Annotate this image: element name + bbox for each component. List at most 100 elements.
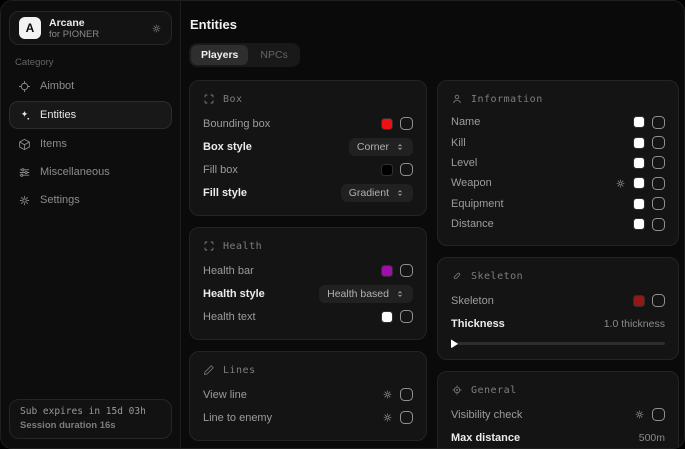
setting-row: Kill xyxy=(451,132,665,152)
color-swatch[interactable] xyxy=(633,116,645,128)
panel-title: Health xyxy=(223,241,262,252)
setting-row: Fill box xyxy=(203,158,413,181)
person-icon xyxy=(451,93,463,105)
checkbox[interactable] xyxy=(400,388,413,401)
setting-row: Health style Health based xyxy=(203,282,413,305)
app-logo: A xyxy=(19,17,41,39)
sidebar-item-label: Aimbot xyxy=(40,80,74,92)
color-swatch[interactable] xyxy=(633,218,645,230)
setting-row: Health text xyxy=(203,305,413,328)
checkbox[interactable] xyxy=(652,116,665,129)
box-style-dropdown[interactable]: Corner xyxy=(349,138,413,156)
sidebar-item-settings[interactable]: Settings xyxy=(9,187,172,213)
panel-lines: Lines View line Line to enemy xyxy=(189,351,427,441)
panel-title: Box xyxy=(223,94,243,105)
panel-box: Box Bounding box Box style Corner xyxy=(189,80,427,216)
panel-title: General xyxy=(471,385,517,396)
thickness-value: 1.0 thickness xyxy=(604,318,665,330)
panel-title: Information xyxy=(471,94,543,105)
checkbox[interactable] xyxy=(400,264,413,277)
setting-row: Bounding box xyxy=(203,112,413,135)
gear-badge-icon[interactable] xyxy=(151,23,162,34)
panel-general: General Visibility check Max distance xyxy=(437,371,679,449)
checkbox[interactable] xyxy=(652,197,665,210)
checkbox[interactable] xyxy=(652,218,665,231)
color-swatch[interactable] xyxy=(381,311,393,323)
gear-icon[interactable] xyxy=(615,178,626,189)
sidebar-item-items[interactable]: Items xyxy=(9,131,172,157)
setting-row: Level xyxy=(451,153,665,173)
sidebar-item-label: Settings xyxy=(40,194,80,206)
category-label: Category xyxy=(15,57,54,68)
fill-style-dropdown[interactable]: Gradient xyxy=(341,184,413,202)
max-distance-value: 500m xyxy=(639,432,665,444)
panel-health: Health Health bar Health style Health ba… xyxy=(189,227,427,340)
setting-row: Name xyxy=(451,112,665,132)
bone-icon xyxy=(451,270,463,282)
gear-icon[interactable] xyxy=(382,389,393,400)
tab-players[interactable]: Players xyxy=(191,45,248,65)
subscription-card: Sub expires in 15d 03h Session duration … xyxy=(9,399,172,439)
color-swatch[interactable] xyxy=(381,118,393,130)
setting-row: Max distance 500m xyxy=(451,426,665,449)
checkbox[interactable] xyxy=(652,408,665,421)
color-swatch[interactable] xyxy=(633,177,645,189)
page-title: Entities xyxy=(190,17,679,32)
setting-row: View line xyxy=(203,383,413,406)
tab-npcs[interactable]: NPCs xyxy=(250,45,297,65)
chevron-up-down-icon xyxy=(395,188,405,198)
setting-row: Skeleton xyxy=(451,289,665,312)
frame-corners-icon xyxy=(203,93,215,105)
brand-subtitle: for PIONER xyxy=(49,29,99,40)
sidebar-item-entities[interactable]: Entities xyxy=(9,101,172,129)
setting-row: Equipment xyxy=(451,194,665,214)
sidebar-nav: Aimbot Entities Items xyxy=(9,73,172,215)
color-swatch[interactable] xyxy=(633,137,645,149)
color-swatch[interactable] xyxy=(633,157,645,169)
checkbox[interactable] xyxy=(652,136,665,149)
slider-thumb[interactable] xyxy=(451,339,458,348)
checkbox[interactable] xyxy=(400,411,413,424)
sidebar-item-label: Entities xyxy=(40,109,76,121)
sidebar: A Arcane for PIONER Category Aimbot xyxy=(1,1,181,448)
thickness-slider[interactable] xyxy=(451,338,665,348)
checkbox[interactable] xyxy=(400,310,413,323)
sidebar-item-aimbot[interactable]: Aimbot xyxy=(9,73,172,99)
target-icon xyxy=(451,384,463,396)
brand-card: A Arcane for PIONER xyxy=(9,11,172,45)
setting-row: Visibility check xyxy=(451,403,665,426)
health-style-dropdown[interactable]: Health based xyxy=(319,285,413,303)
setting-row: Weapon xyxy=(451,173,665,193)
color-swatch[interactable] xyxy=(381,265,393,277)
brand-name: Arcane xyxy=(49,17,99,29)
panel-title: Lines xyxy=(223,365,256,376)
setting-row: Fill style Gradient xyxy=(203,181,413,204)
checkbox[interactable] xyxy=(400,117,413,130)
gear-icon[interactable] xyxy=(382,412,393,423)
chevron-up-down-icon xyxy=(395,142,405,152)
checkbox[interactable] xyxy=(652,177,665,190)
sidebar-item-label: Items xyxy=(40,138,67,150)
color-swatch[interactable] xyxy=(633,295,645,307)
sliders-icon xyxy=(18,166,31,179)
panel-title: Skeleton xyxy=(471,271,523,282)
frame-corners-icon xyxy=(203,240,215,252)
checkbox[interactable] xyxy=(652,294,665,307)
gear-icon xyxy=(18,194,31,207)
gear-icon[interactable] xyxy=(634,409,645,420)
color-swatch[interactable] xyxy=(381,164,393,176)
setting-row: Distance xyxy=(451,214,665,234)
checkbox[interactable] xyxy=(652,156,665,169)
setting-row: Box style Corner xyxy=(203,135,413,158)
color-swatch[interactable] xyxy=(633,198,645,210)
panel-information: Information Name Kill xyxy=(437,80,679,246)
main-content: Entities Players NPCs Box Boun xyxy=(181,1,685,448)
sidebar-item-miscellaneous[interactable]: Miscellaneous xyxy=(9,159,172,185)
panel-skeleton: Skeleton Skeleton Thickness 1.0 thicknes… xyxy=(437,257,679,360)
app-window: A Arcane for PIONER Category Aimbot xyxy=(0,0,685,449)
setting-row: Thickness 1.0 thickness xyxy=(451,312,665,335)
setting-row: Line to enemy xyxy=(203,406,413,429)
pencil-icon xyxy=(203,364,215,376)
checkbox[interactable] xyxy=(400,163,413,176)
session-duration-text: Session duration 16s xyxy=(20,420,161,431)
